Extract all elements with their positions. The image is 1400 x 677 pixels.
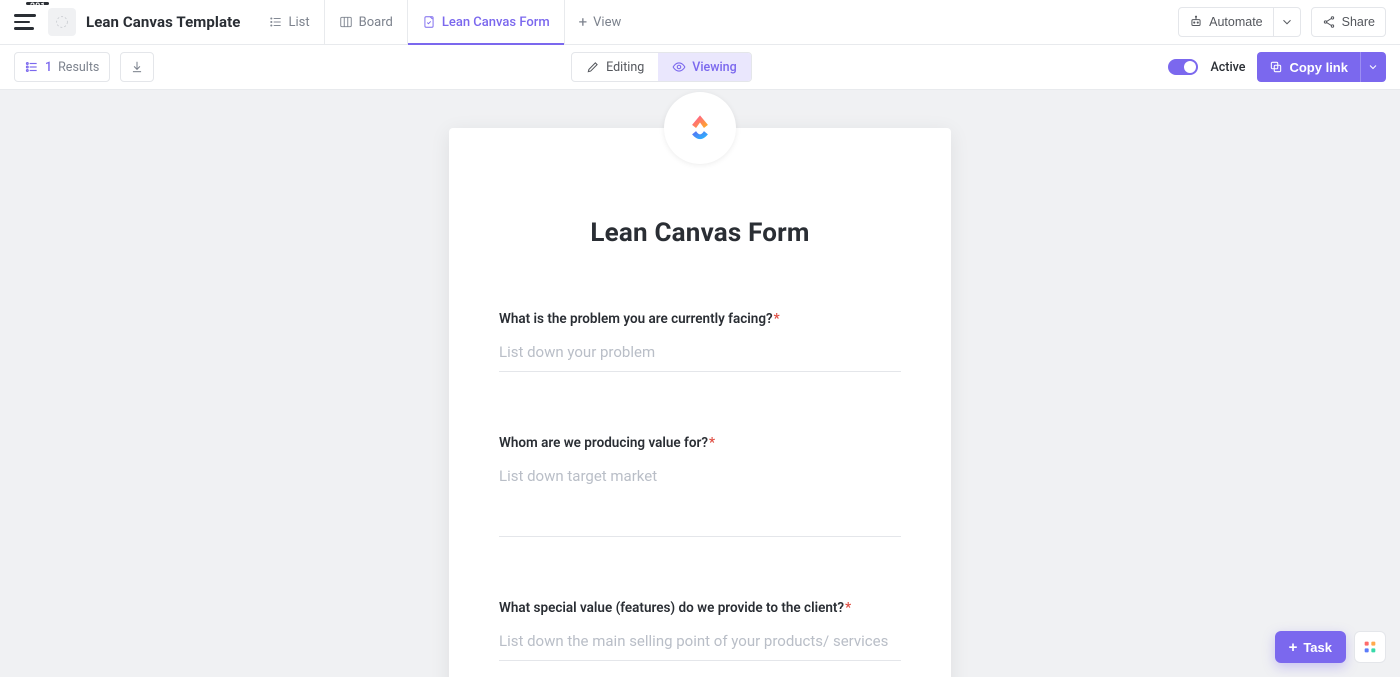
field-input[interactable]: List down the main selling point of your… — [499, 632, 901, 661]
list-bullets-icon — [25, 60, 39, 74]
clickup-logo-icon — [681, 109, 719, 147]
copy-link-group: Copy link — [1257, 52, 1386, 82]
copy-link-label: Copy link — [1289, 60, 1348, 75]
required-marker: * — [709, 435, 715, 451]
field-label: What is the problem you are currently fa… — [499, 310, 901, 329]
board-icon — [339, 15, 353, 29]
subheader: 1 Results Editing Viewing Active Copy li… — [0, 45, 1400, 90]
automate-dropdown[interactable] — [1274, 7, 1301, 37]
floating-actions: + Task — [1275, 631, 1386, 663]
mode-editing-label: Editing — [606, 60, 644, 75]
form-title: Lean Canvas Form — [499, 218, 901, 248]
task-label: Task — [1303, 640, 1332, 655]
form-field: What special value (features) do we prov… — [499, 599, 901, 661]
form-card: Lean Canvas Form What is the problem you… — [449, 128, 951, 677]
space-icon[interactable] — [48, 8, 76, 36]
tab-list[interactable]: List — [255, 0, 324, 44]
list-icon — [269, 15, 283, 29]
field-input[interactable]: List down your problem — [499, 343, 901, 372]
subheader-right: Active Copy link — [1168, 52, 1386, 82]
mode-editing[interactable]: Editing — [572, 53, 658, 81]
form-canvas: Lean Canvas Form What is the problem you… — [0, 90, 1400, 677]
top-header: 201 Lean Canvas Template List Board Lean… — [0, 0, 1400, 45]
chevron-down-icon — [1280, 15, 1294, 29]
field-input[interactable]: List down target market — [499, 467, 901, 537]
automate-button[interactable]: Automate — [1178, 7, 1274, 37]
download-icon — [130, 60, 144, 74]
pencil-icon — [586, 60, 600, 74]
plus-icon: + — [1289, 640, 1298, 655]
new-task-button[interactable]: + Task — [1275, 631, 1346, 663]
active-toggle[interactable] — [1168, 59, 1198, 75]
form-logo — [664, 92, 736, 164]
view-tabs: List Board Lean Canvas Form + View — [255, 0, 636, 44]
menu-toggle[interactable]: 201 — [14, 8, 42, 36]
required-marker: * — [845, 600, 851, 616]
notification-badge: 201 — [26, 2, 49, 5]
tab-label: Board — [359, 15, 393, 30]
apps-grid-icon — [1362, 639, 1378, 655]
automate-label: Automate — [1209, 15, 1263, 29]
download-button[interactable] — [120, 52, 154, 82]
tab-label: Lean Canvas Form — [442, 15, 550, 30]
field-label: What special value (features) do we prov… — [499, 599, 901, 618]
automate-group: Automate — [1178, 7, 1301, 37]
apps-button[interactable] — [1354, 631, 1386, 663]
chevron-down-icon — [1367, 61, 1379, 73]
share-label: Share — [1342, 15, 1375, 29]
mode-viewing-label: Viewing — [692, 60, 736, 75]
add-view[interactable]: + View — [564, 0, 636, 44]
copy-icon — [1269, 60, 1283, 74]
field-label: Whom are we producing value for?* — [499, 434, 901, 453]
copy-link-dropdown[interactable] — [1360, 52, 1386, 82]
results-count: 1 — [45, 60, 52, 75]
robot-icon — [1189, 15, 1203, 29]
share-icon — [1322, 15, 1336, 29]
form-field: What is the problem you are currently fa… — [499, 310, 901, 372]
tab-lean-canvas-form[interactable]: Lean Canvas Form — [407, 0, 564, 44]
page-title: Lean Canvas Template — [86, 13, 241, 31]
header-left: 201 Lean Canvas Template — [14, 0, 241, 44]
header-right: Automate Share — [1178, 0, 1386, 44]
results-pill[interactable]: 1 Results — [14, 52, 110, 82]
required-marker: * — [774, 311, 780, 327]
mode-viewing[interactable]: Viewing — [658, 53, 750, 81]
tab-label: List — [289, 15, 310, 30]
share-button[interactable]: Share — [1311, 7, 1386, 37]
active-toggle-label: Active — [1210, 60, 1245, 75]
form-field: Whom are we producing value for?* List d… — [499, 434, 901, 537]
tab-board[interactable]: Board — [324, 0, 407, 44]
plus-icon: + — [579, 15, 588, 30]
eye-icon — [672, 60, 686, 74]
copy-link-button[interactable]: Copy link — [1257, 52, 1360, 82]
add-view-label: View — [593, 15, 621, 30]
form-icon — [422, 15, 436, 29]
mode-switch: Editing Viewing — [571, 52, 752, 82]
results-label: Results — [58, 60, 99, 75]
